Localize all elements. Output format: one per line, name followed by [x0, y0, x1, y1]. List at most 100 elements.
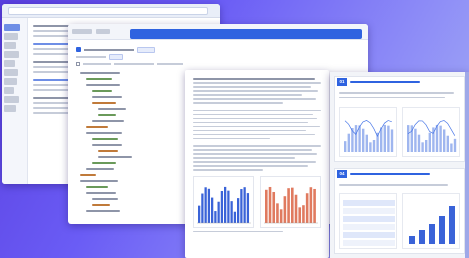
bar: [435, 124, 439, 152]
bar: [268, 186, 272, 223]
bar: [347, 133, 350, 152]
bar: [446, 135, 449, 152]
bar: [207, 188, 211, 223]
row-icon: [76, 47, 81, 52]
bar: [380, 127, 383, 152]
figure-bar-chart-1: [193, 175, 254, 228]
bar: [425, 139, 428, 152]
bar-chart-1: [197, 186, 251, 224]
bar: [358, 125, 361, 152]
panel-edge: [465, 72, 469, 258]
bar: [233, 211, 237, 223]
bar: [309, 187, 313, 223]
bar: [265, 189, 268, 223]
table-row: [343, 240, 395, 246]
bar: [276, 203, 279, 223]
table-row: [343, 216, 395, 222]
line-chart-2: [402, 107, 460, 157]
figure-row: [193, 175, 321, 228]
bar-chart-2: [264, 186, 318, 224]
bar: [439, 125, 442, 152]
bar: [214, 210, 217, 223]
table-row: [343, 232, 395, 238]
bar: [313, 188, 316, 223]
back-window-toolbar: [2, 4, 220, 18]
bar: [417, 134, 421, 152]
bar: [204, 187, 207, 223]
bar: [211, 197, 214, 223]
bar: [383, 124, 386, 152]
bar: [272, 191, 276, 223]
section-number: 01: [337, 78, 347, 86]
bar: [227, 190, 230, 223]
bar: [246, 192, 250, 223]
bar: [354, 125, 358, 152]
sidebar-item[interactable]: [4, 60, 25, 67]
editor-tab[interactable]: [96, 29, 110, 34]
bar: [287, 188, 290, 223]
bar: [390, 129, 394, 152]
bar: [372, 139, 376, 152]
bar: [198, 205, 201, 223]
sidebar-item[interactable]: [4, 96, 25, 103]
bar: [243, 187, 246, 223]
bar-chart-3: [402, 193, 460, 249]
bar: [419, 230, 425, 244]
bar: [429, 224, 435, 244]
bar: [421, 142, 424, 152]
bar: [302, 205, 305, 223]
sidebar-item[interactable]: [4, 78, 25, 85]
table-row: [343, 208, 395, 214]
slide-section-1: 01: [334, 76, 465, 162]
bar: [230, 201, 233, 223]
bar: [449, 206, 455, 244]
bar: [409, 236, 415, 244]
bar: [217, 201, 220, 223]
search-input[interactable]: [8, 7, 208, 15]
line-chart-1: [339, 107, 397, 157]
bar-chart-3-svg: [409, 206, 455, 244]
sidebar-item[interactable]: [4, 105, 25, 112]
bar: [201, 193, 204, 223]
checkbox[interactable]: [76, 61, 80, 66]
figure-bar-chart-2: [260, 175, 321, 228]
bar: [369, 142, 372, 152]
bar: [414, 128, 417, 152]
back-window-sidebar: [2, 18, 28, 184]
line-chart-2-svg: [407, 120, 457, 152]
sidebar-item[interactable]: [4, 42, 25, 49]
bar: [407, 125, 410, 152]
editor-tab[interactable]: [72, 29, 92, 34]
sidebar-item[interactable]: [4, 24, 25, 31]
filter-button[interactable]: [137, 46, 155, 53]
sidebar-item[interactable]: [4, 87, 25, 94]
option-button[interactable]: [109, 53, 123, 60]
bar: [362, 128, 365, 152]
sidebar-item[interactable]: [4, 33, 25, 40]
bar: [240, 188, 243, 223]
bar: [428, 132, 431, 152]
slide-section-4: 04: [334, 168, 465, 254]
document-page: [185, 70, 329, 241]
table-row: [343, 200, 395, 206]
bar: [294, 194, 298, 223]
table-chart: [339, 193, 397, 249]
bar: [224, 186, 227, 223]
bar: [283, 196, 287, 223]
bar: [279, 209, 283, 223]
bar: [237, 197, 240, 223]
bar: [298, 207, 302, 223]
document-window: [185, 70, 329, 258]
section-number: 04: [337, 170, 347, 178]
bar: [443, 129, 446, 152]
bar: [291, 187, 294, 223]
bar: [450, 143, 453, 152]
table-chart-svg: [343, 200, 395, 246]
line-chart-1-svg: [344, 120, 394, 152]
bar: [220, 190, 224, 223]
bar: [365, 134, 368, 152]
code-snippet-bar[interactable]: [130, 29, 362, 39]
sidebar-item[interactable]: [4, 69, 25, 76]
bar: [439, 216, 445, 244]
sidebar-item[interactable]: [4, 51, 25, 58]
